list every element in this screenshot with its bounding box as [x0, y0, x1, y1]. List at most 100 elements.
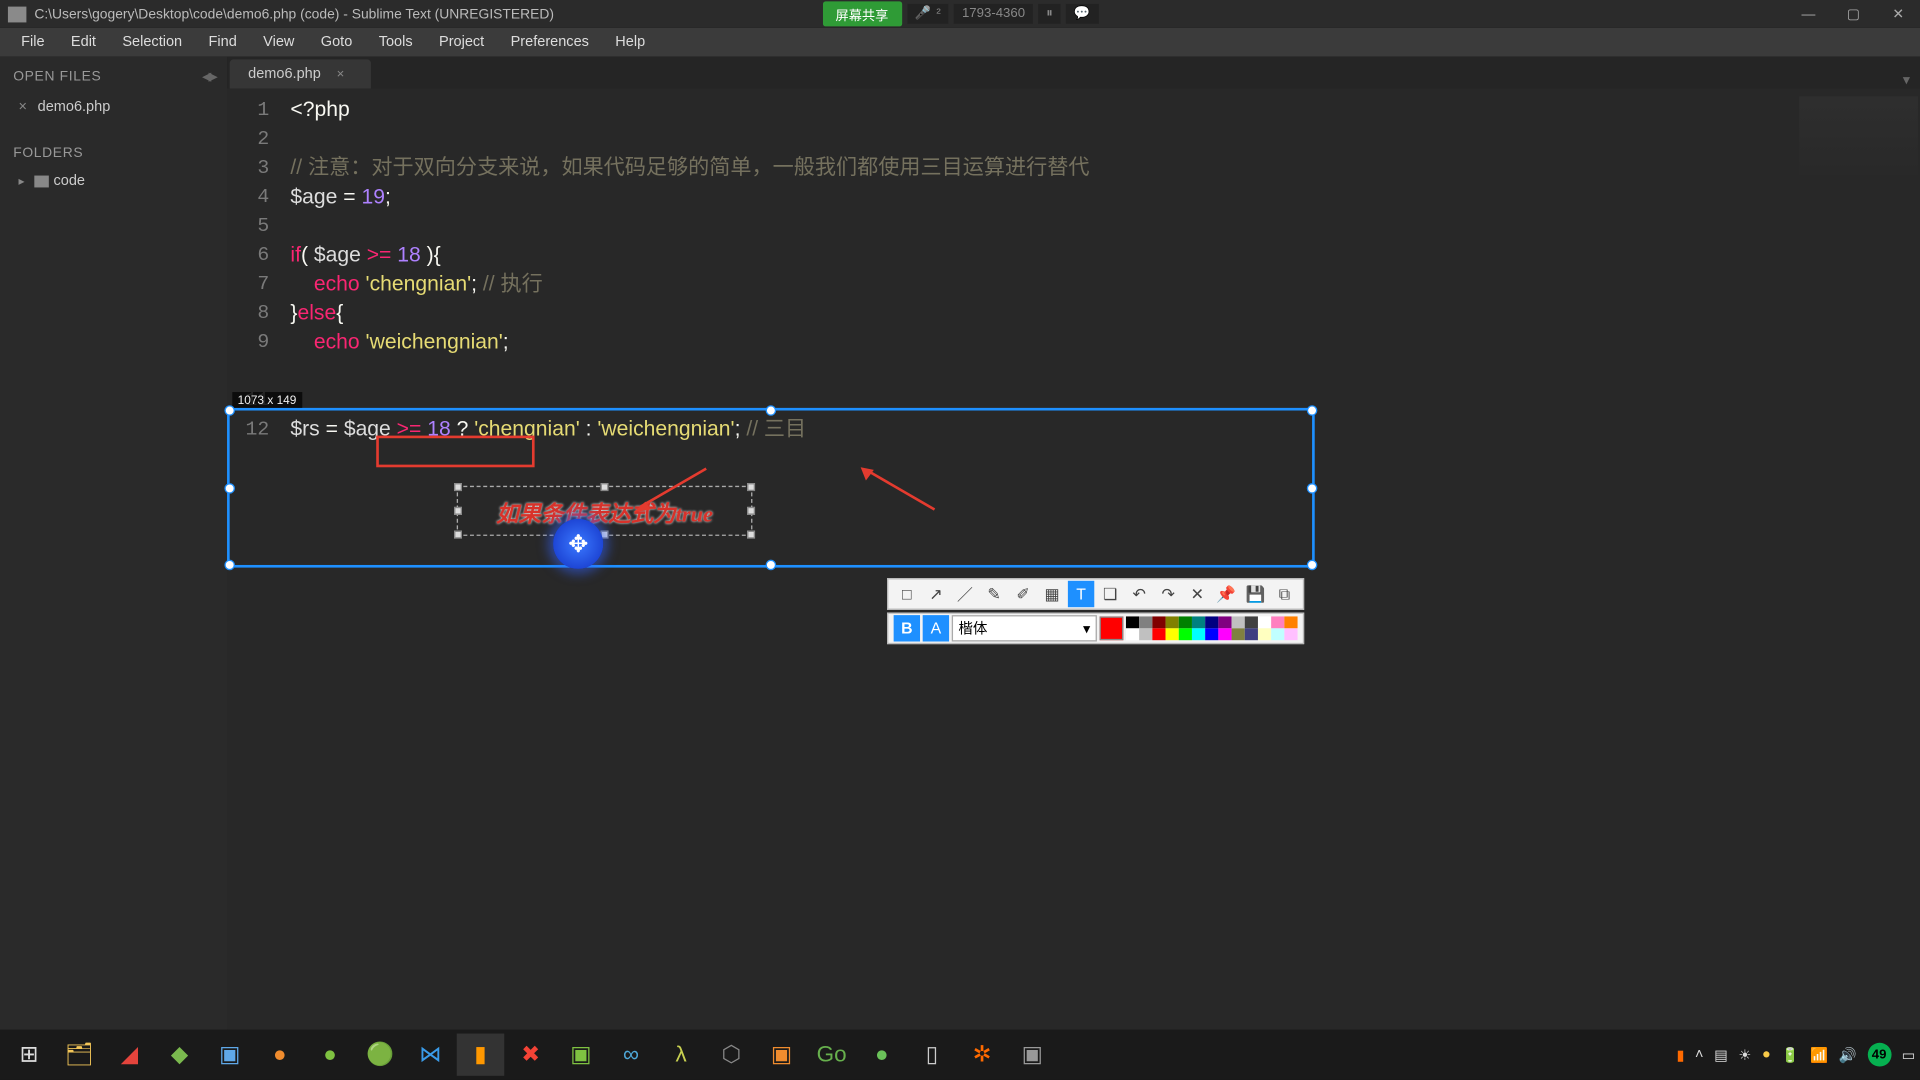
color-swatch[interactable] [1218, 616, 1231, 628]
color-swatch[interactable] [1258, 616, 1271, 628]
resize-handle[interactable] [224, 560, 235, 571]
color-swatch[interactable] [1126, 616, 1139, 628]
app-icon-8[interactable]: ∞ [607, 1034, 655, 1076]
color-swatch[interactable] [1139, 616, 1152, 628]
code-editor[interactable]: 1234567891112 <?php // 注意：对于双向分支来说，如果代码足… [227, 88, 1920, 1050]
mic-badge[interactable]: 🎤² [907, 4, 949, 24]
resize-handle[interactable] [224, 405, 235, 416]
color-swatch[interactable] [1232, 628, 1245, 640]
color-swatch[interactable] [1232, 616, 1245, 628]
color-swatch[interactable] [1139, 628, 1152, 640]
app-icon-1[interactable]: ◢ [106, 1034, 154, 1076]
color-swatch[interactable] [1271, 616, 1284, 628]
tool-cancel[interactable]: ✕ [1184, 581, 1210, 607]
explorer-icon[interactable]: 🗂 [55, 1034, 103, 1076]
tray-icon-2[interactable]: ▤ [1714, 1046, 1728, 1063]
text-handle[interactable] [454, 531, 462, 539]
resize-handle[interactable] [224, 482, 235, 493]
text-handle[interactable] [747, 507, 755, 515]
tool-eraser[interactable]: ❏ [1097, 581, 1123, 607]
tray-wifi-icon[interactable]: 📶 [1810, 1046, 1828, 1063]
app-icon-5[interactable]: ● [306, 1034, 354, 1076]
app-icon-12[interactable]: Go [808, 1034, 856, 1076]
annotation-rect[interactable] [376, 436, 534, 468]
text-handle[interactable] [747, 483, 755, 491]
open-files-nav-icon[interactable]: ◂ ▸ [202, 65, 214, 87]
app-icon-11[interactable]: ▣ [758, 1034, 806, 1076]
color-swatch[interactable] [1245, 628, 1258, 640]
color-swatch[interactable] [1166, 628, 1179, 640]
font-select[interactable]: 楷体 ▾ [952, 615, 1097, 641]
color-swatch[interactable] [1284, 616, 1297, 628]
tool-copy[interactable]: ⧉ [1271, 581, 1297, 607]
tray-battery-icon[interactable]: 🔋 [1781, 1046, 1799, 1063]
tool-marker[interactable]: ✐ [1010, 581, 1036, 607]
app-icon-10[interactable]: ⬡ [708, 1034, 756, 1076]
app-icon-4[interactable]: ● [256, 1034, 304, 1076]
menu-view[interactable]: View [250, 32, 308, 53]
color-swatch[interactable] [1218, 628, 1231, 640]
terminal-icon[interactable]: ▣ [1008, 1034, 1056, 1076]
open-file-item[interactable]: × demo6.php [0, 95, 227, 119]
text-handle[interactable] [747, 531, 755, 539]
tool-redo[interactable]: ↷ [1155, 581, 1181, 607]
resize-handle[interactable] [766, 560, 777, 571]
color-swatch[interactable] [1152, 628, 1165, 640]
app-icon-2[interactable]: ◆ [156, 1034, 204, 1076]
tool-undo[interactable]: ↶ [1126, 581, 1152, 607]
minimap[interactable] [1799, 96, 1918, 175]
app-icon-6[interactable]: ✖ [507, 1034, 555, 1076]
menu-find[interactable]: Find [195, 32, 250, 53]
tray-notifications-icon[interactable]: ▭ [1902, 1046, 1916, 1063]
vscode-icon[interactable]: ⋈ [407, 1034, 455, 1076]
text-handle[interactable] [601, 483, 609, 491]
color-swatch[interactable] [1245, 616, 1258, 628]
color-swatch[interactable] [1205, 628, 1218, 640]
maximize-button[interactable]: ▢ [1831, 0, 1876, 28]
folder-item[interactable]: code [0, 169, 227, 193]
menu-edit[interactable]: Edit [58, 32, 109, 53]
color-swatch[interactable] [1192, 616, 1205, 628]
tray-chevron-icon[interactable]: ˄ [1695, 1047, 1703, 1063]
sublime-icon[interactable]: ▮ [457, 1034, 505, 1076]
color-swatch[interactable] [1179, 616, 1192, 628]
color-swatch[interactable] [1258, 628, 1271, 640]
resize-handle[interactable] [1307, 405, 1318, 416]
menu-file[interactable]: File [8, 32, 58, 53]
color-swatch[interactable] [1284, 628, 1297, 640]
tray-icon-1[interactable]: ▮ [1676, 1046, 1684, 1063]
tray-icon-4[interactable]: ● [1762, 1047, 1771, 1063]
start-icon[interactable]: ⊞ [5, 1034, 53, 1076]
capture-region[interactable]: 1073 x 149 [230, 411, 1312, 565]
tab-demo6[interactable]: demo6.php × [230, 59, 371, 88]
tool-bold[interactable]: B [894, 615, 920, 641]
color-swatch[interactable] [1192, 628, 1205, 640]
tab-close-icon[interactable]: × [337, 67, 345, 82]
app-icon-14[interactable]: ▯ [908, 1034, 956, 1076]
color-swatch[interactable] [1179, 628, 1192, 640]
resize-handle[interactable] [766, 405, 777, 416]
text-handle[interactable] [454, 507, 462, 515]
tool-line[interactable]: ／ [952, 581, 978, 607]
app-icon-15[interactable]: ✲ [958, 1034, 1006, 1076]
resize-handle[interactable] [1307, 482, 1318, 493]
tool-rect[interactable]: □ [894, 581, 920, 607]
color-swatch[interactable] [1152, 616, 1165, 628]
menu-preferences[interactable]: Preferences [497, 32, 602, 53]
app-icon-9[interactable]: λ [657, 1034, 705, 1076]
resize-handle[interactable] [1307, 560, 1318, 571]
tool-outline[interactable]: A [923, 615, 949, 641]
code-content[interactable]: <?php // 注意：对于双向分支来说，如果代码足够的简单，一般我们都使用三目… [227, 88, 1920, 444]
color-swatch[interactable] [1271, 628, 1284, 640]
pause-icon[interactable]: ⏸ [1038, 4, 1060, 24]
tray-badge[interactable]: 49 [1867, 1043, 1891, 1067]
color-swatch[interactable] [1126, 628, 1139, 640]
minimize-button[interactable]: — [1786, 0, 1831, 28]
app-icon-7[interactable]: ▣ [557, 1034, 605, 1076]
menu-selection[interactable]: Selection [109, 32, 195, 53]
chat-icon[interactable]: 💬 [1066, 4, 1098, 24]
tray-icon-3[interactable]: ☀ [1738, 1046, 1751, 1063]
menu-project[interactable]: Project [426, 32, 498, 53]
color-swatch[interactable] [1166, 616, 1179, 628]
menu-help[interactable]: Help [602, 32, 658, 53]
